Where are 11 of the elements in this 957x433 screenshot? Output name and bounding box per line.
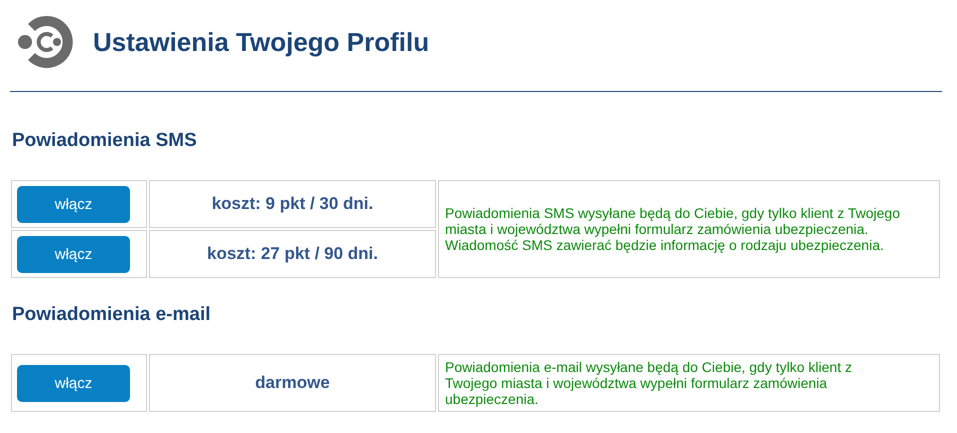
page-title: Ustawienia Twojego Profilu [93, 26, 430, 58]
description-text: Powiadomienia e-mail wysyłane będą do Ciebie, gdy tylko klient z Twojego miasta i województwa wypełni formularz zamówienia ubezpieczenia. [445, 359, 853, 407]
enable-button[interactable]: włącz [17, 186, 130, 222]
price-text: koszt: 27 pkt / 90 dni. [207, 244, 378, 263]
enable-button[interactable]: włącz [17, 236, 130, 272]
description-text: Powiadomienia SMS wysyłane będą do Ciebie, gdy tylko klient z Twojego miasta i województwa wypełni formularz zamówienia ubezpieczenia. Wiadomość SMS zawierać będzie informację o rodzaju ubezpieczenia. [445, 205, 901, 253]
section-title: Powiadomienia e-mail [12, 304, 212, 326]
price-text: darmowe [255, 373, 330, 392]
enable-button[interactable]: włącz [17, 364, 130, 402]
section-title: Powiadomienia SMS [12, 130, 198, 152]
price-text: koszt: 9 pkt / 30 dni. [212, 194, 374, 213]
